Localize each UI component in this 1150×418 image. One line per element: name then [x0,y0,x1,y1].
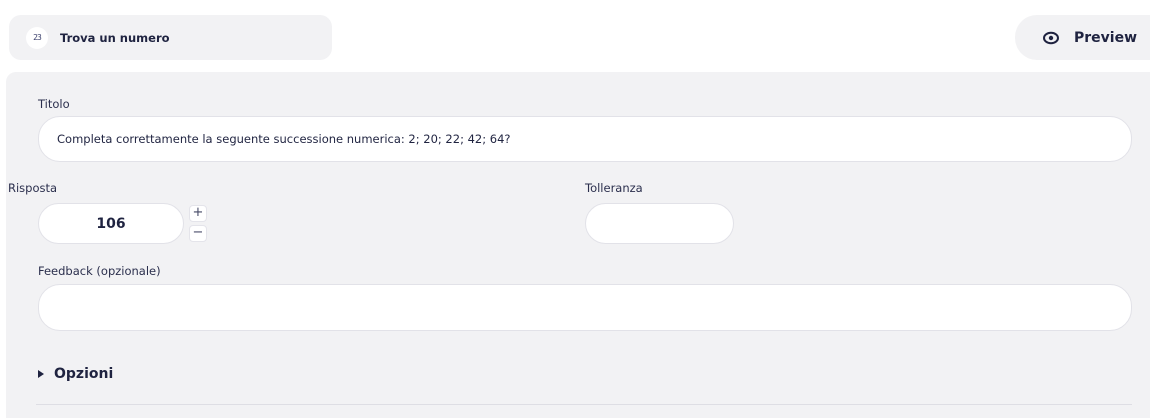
options-label: Opzioni [54,366,114,382]
eye-icon [1042,29,1060,47]
options-toggle[interactable]: Opzioni [38,366,113,382]
decrement-button[interactable]: − [189,225,207,242]
title-input[interactable] [38,116,1132,162]
answer-input[interactable] [38,203,184,244]
increment-button[interactable]: + [189,205,207,222]
preview-label: Preview [1074,29,1138,46]
preview-button[interactable]: Preview [1015,15,1150,60]
title-label: Titolo [38,97,70,111]
question-type-label: Trova un numero [60,30,170,45]
question-editor-panel: Titolo Risposta + − Tolleranza Feedback … [6,72,1150,418]
tolerance-input[interactable] [585,203,734,244]
numbers-icon: 23 [26,26,48,49]
divider [36,404,1132,405]
tolerance-label: Tolleranza [585,181,643,195]
question-type-chip[interactable]: 23 Trova un numero [9,15,332,60]
feedback-input[interactable] [38,284,1132,331]
caret-right-icon [38,370,44,378]
answer-label: Risposta [8,181,58,195]
feedback-label: Feedback (opzionale) [38,264,161,278]
